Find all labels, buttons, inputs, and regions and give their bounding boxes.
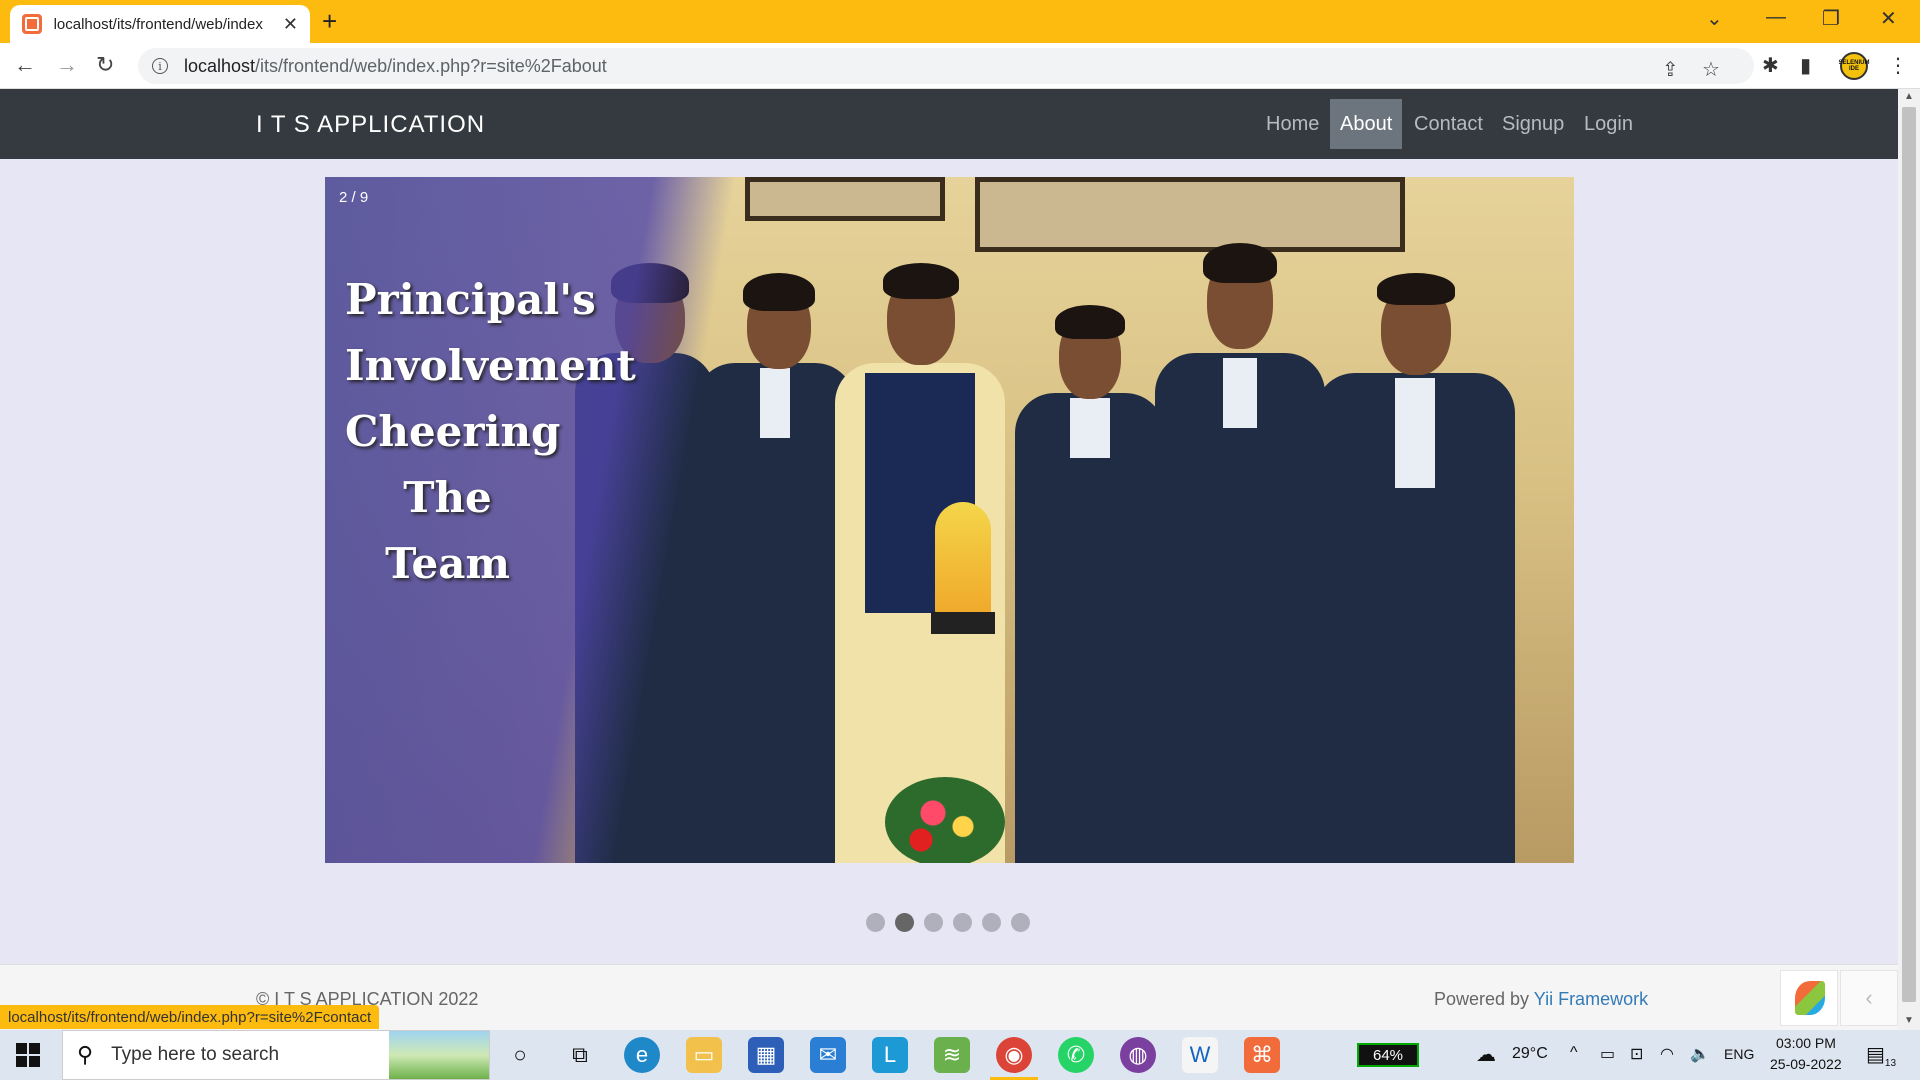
minimize-icon[interactable]: — xyxy=(1766,6,1786,29)
mail-icon[interactable]: ✉ xyxy=(810,1037,846,1073)
menu-icon[interactable]: ⋮ xyxy=(1888,53,1908,78)
debug-toolbar-toggle-icon[interactable]: ‹ xyxy=(1840,970,1898,1026)
extensions-icon[interactable]: ✱ xyxy=(1762,53,1779,78)
display-icon[interactable]: ⊡ xyxy=(1630,1044,1643,1064)
github-icon[interactable]: ◍ xyxy=(1120,1037,1156,1073)
profile-avatar[interactable]: SELENIUM IDE xyxy=(1839,52,1870,80)
weather-cloud-icon[interactable]: ☁ xyxy=(1476,1042,1496,1067)
star-icon[interactable]: ☆ xyxy=(1702,57,1720,82)
store-icon[interactable]: ▦ xyxy=(748,1037,784,1073)
battery-icon[interactable]: ▭ xyxy=(1600,1044,1615,1064)
tab-search-chevron-icon[interactable]: ⌄ xyxy=(1706,6,1723,31)
scroll-thumb[interactable] xyxy=(1902,107,1916,1002)
sidepanel-icon[interactable]: ▮ xyxy=(1800,53,1811,78)
tray-chevron-icon[interactable]: ^ xyxy=(1570,1044,1578,1062)
slide-caption: Principal's Involvement Cheering The Tea… xyxy=(345,275,636,588)
clock-date[interactable]: 25-09-2022 xyxy=(1770,1056,1842,1072)
yii-debug-logo-icon[interactable] xyxy=(1780,970,1838,1026)
forward-icon[interactable]: → xyxy=(56,52,78,78)
nav-contact[interactable]: Contact xyxy=(1404,99,1493,149)
yii-framework-link[interactable]: Yii Framework xyxy=(1534,989,1648,1009)
xampp-icon[interactable]: ⌘ xyxy=(1244,1037,1280,1073)
carousel-dot[interactable] xyxy=(1011,913,1030,932)
task-view-icon[interactable]: ⧉ xyxy=(562,1037,598,1073)
edge-icon[interactable]: e xyxy=(624,1037,660,1073)
xampp-favicon-icon xyxy=(22,14,42,34)
restore-icon[interactable]: ❐ xyxy=(1822,6,1840,31)
scroll-down-icon[interactable]: ▼ xyxy=(1904,1015,1914,1026)
clock-time[interactable]: 03:00 PM xyxy=(1776,1035,1836,1051)
window-close-icon[interactable]: ✕ xyxy=(1880,6,1897,31)
tab-title: localhost/its/frontend/web/index xyxy=(53,15,263,33)
image-carousel[interactable]: 2 / 9 Principal's Involvement Cheering T… xyxy=(325,177,1574,863)
carousel-dot-active[interactable] xyxy=(895,913,914,932)
powered-by: Powered by Yii Framework xyxy=(1434,989,1649,1009)
url-host: localhost xyxy=(184,55,256,76)
nav-login[interactable]: Login xyxy=(1574,99,1643,149)
info-icon[interactable]: i xyxy=(152,58,168,74)
search-highlight-art xyxy=(389,1031,489,1079)
wifi-icon[interactable]: ◠ xyxy=(1660,1044,1674,1064)
search-placeholder: Type here to search xyxy=(111,1044,280,1065)
search-icon: ⚲ xyxy=(77,1042,94,1067)
browser-tab-strip: localhost/its/frontend/web/index ✕ + ⌄ —… xyxy=(0,0,1920,43)
share-icon[interactable]: ⇪ xyxy=(1662,57,1679,82)
windows-start-icon[interactable] xyxy=(16,1043,40,1067)
weather-temp[interactable]: 29°C xyxy=(1512,1045,1548,1063)
scroll-up-icon[interactable]: ▲ xyxy=(1904,91,1914,102)
browser-tab[interactable]: localhost/its/frontend/web/index ✕ xyxy=(10,5,310,43)
cortana-icon[interactable]: ○ xyxy=(502,1037,538,1073)
whatsapp-icon[interactable]: ✆ xyxy=(1058,1037,1094,1073)
page-scrollbar[interactable]: ▲ ▼ xyxy=(1898,89,1920,1030)
brand-link[interactable]: I T S APPLICATION xyxy=(256,111,485,139)
word-icon[interactable]: W xyxy=(1182,1037,1218,1073)
file-explorer-icon[interactable]: ▭ xyxy=(686,1037,722,1073)
carousel-dot[interactable] xyxy=(924,913,943,932)
new-tab-plus-icon[interactable]: + xyxy=(322,6,337,37)
carousel-dot[interactable] xyxy=(982,913,1001,932)
notification-icon[interactable]: ▤13 xyxy=(1866,1042,1896,1069)
carousel-indicators xyxy=(866,913,1030,932)
url-path: /its/frontend/web/index.php?r=site%2Fabo… xyxy=(255,55,607,76)
site-navbar: I T S APPLICATION Home About Contact Sig… xyxy=(0,89,1898,159)
taskbar-search[interactable]: ⚲ Type here to search xyxy=(62,1030,490,1080)
reload-icon[interactable]: ↻ xyxy=(96,52,114,78)
address-bar[interactable]: i localhost/its/frontend/web/index.php?r… xyxy=(138,48,1754,84)
stack-app-icon[interactable]: ≋ xyxy=(934,1037,970,1073)
carousel-dot[interactable] xyxy=(953,913,972,932)
l-app-icon[interactable]: L xyxy=(872,1037,908,1073)
language-indicator[interactable]: ENG xyxy=(1724,1046,1754,1062)
page-viewport: I T S APPLICATION Home About Contact Sig… xyxy=(0,89,1898,1030)
slide-counter: 2 / 9 xyxy=(339,189,369,206)
volume-icon[interactable]: 🔈 xyxy=(1690,1044,1710,1064)
close-icon[interactable]: ✕ xyxy=(283,14,298,35)
browser-toolbar: ← → ↻ i localhost/its/frontend/web/index… xyxy=(0,43,1920,89)
nav-signup[interactable]: Signup xyxy=(1492,99,1574,149)
nav-home[interactable]: Home xyxy=(1256,99,1329,149)
link-hover-status: localhost/its/frontend/web/index.php?r=s… xyxy=(0,1005,380,1029)
back-icon[interactable]: ← xyxy=(14,52,36,78)
windows-taskbar: ⚲ Type here to search ○ ⧉ e ▭ ▦ ✉ L ≋ ◉ … xyxy=(0,1030,1920,1080)
battery-meter[interactable]: 64% xyxy=(1357,1043,1419,1067)
chrome-icon[interactable]: ◉ xyxy=(996,1037,1032,1073)
nav-about[interactable]: About xyxy=(1330,99,1403,149)
carousel-dot[interactable] xyxy=(866,913,885,932)
